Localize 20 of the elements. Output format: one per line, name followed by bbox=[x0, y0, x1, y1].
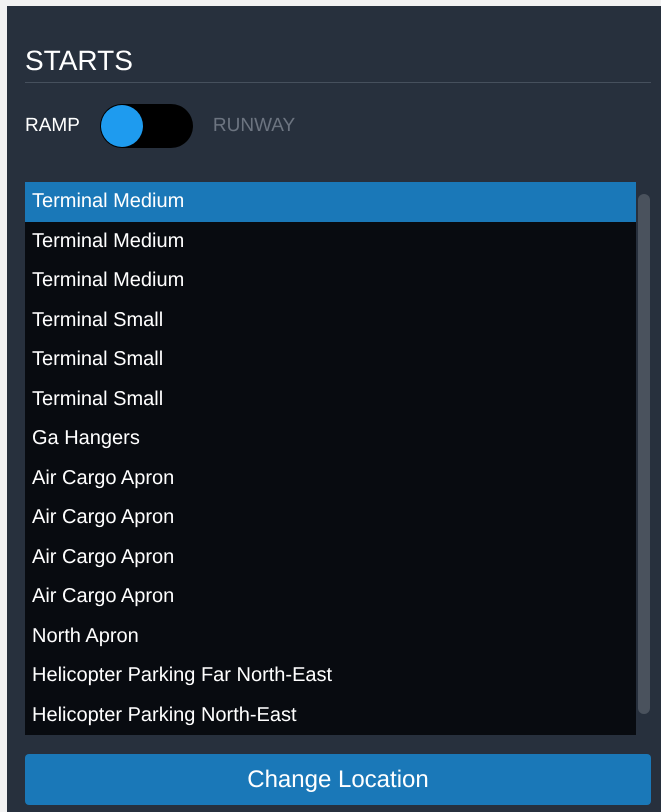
list-item[interactable]: Terminal Small bbox=[25, 340, 636, 380]
list-item[interactable]: Terminal Small bbox=[25, 300, 636, 340]
section-title: STARTS bbox=[25, 46, 134, 76]
list-item[interactable]: Air Cargo Apron bbox=[25, 538, 636, 577]
list-item[interactable]: Terminal Medium bbox=[25, 182, 636, 222]
list-item[interactable]: Ga Hangers bbox=[25, 419, 636, 458]
list-item[interactable]: North Apron bbox=[25, 616, 636, 656]
scrollbar[interactable] bbox=[638, 194, 650, 714]
toggle-label: RUNWAY bbox=[212, 115, 296, 137]
list-item[interactable]: Air Cargo Apron bbox=[25, 458, 636, 498]
list-item[interactable]: Terminal Small bbox=[25, 380, 636, 419]
toggle-switch[interactable] bbox=[100, 104, 193, 148]
list-item[interactable]: Air Cargo Apron bbox=[25, 498, 636, 538]
list-item[interactable]: Air Cargo Apron bbox=[25, 577, 636, 616]
toggle-label: RAMP bbox=[25, 115, 80, 137]
change-location-button[interactable]: Change Location bbox=[25, 754, 651, 805]
list-item[interactable]: Terminal Medium bbox=[25, 261, 636, 300]
list-item[interactable]: Helicopter Parking Far North-East bbox=[25, 656, 636, 696]
list-item[interactable]: Terminal Medium bbox=[25, 222, 636, 261]
list-item[interactable]: Helicopter Parking North-East bbox=[25, 696, 636, 735]
